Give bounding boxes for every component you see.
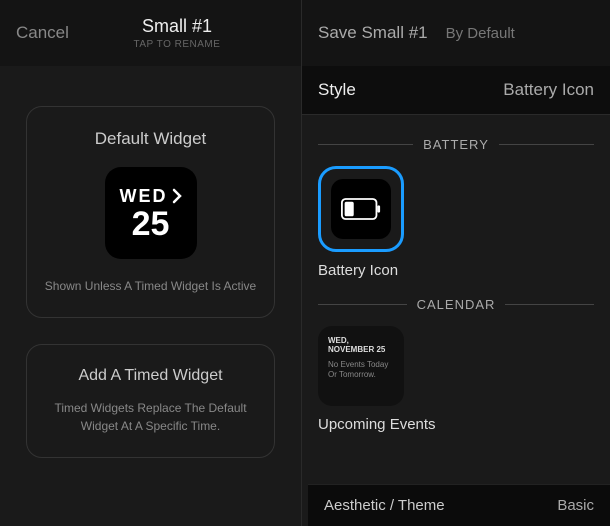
page-title[interactable]: Small #1 <box>69 16 285 37</box>
timed-widget-title: Add A Timed Widget <box>41 367 260 385</box>
style-option-battery-icon[interactable] <box>318 166 404 252</box>
timed-widget-desc: Timed Widgets Replace The Default Widget… <box>41 399 260 435</box>
style-value[interactable]: Battery Icon <box>456 66 610 114</box>
default-widget-title: Default Widget <box>41 129 260 149</box>
default-widget-card[interactable]: Default Widget WED 25 Shown Unless A Tim… <box>26 106 275 318</box>
add-timed-widget-card[interactable]: Add A Timed Widget Timed Widgets Replace… <box>26 344 275 458</box>
section-calendar: CALENDAR <box>318 297 594 312</box>
style-tab-bar: Style Battery Icon <box>302 66 610 115</box>
calendar-note: No Events Today Or Tomorrow. <box>328 360 394 381</box>
tab-basic[interactable]: Basic <box>557 497 594 514</box>
left-header: Cancel Small #1 TAP TO RENAME <box>0 0 301 66</box>
rename-hint: TAP TO RENAME <box>69 39 285 50</box>
save-button[interactable]: Save Small #1 <box>318 23 428 43</box>
tab-aesthetic-theme[interactable]: Aesthetic / Theme <box>324 497 445 514</box>
widget-preview: WED 25 <box>105 167 197 259</box>
cancel-button[interactable]: Cancel <box>16 23 69 43</box>
battery-icon-label: Battery Icon <box>318 262 594 279</box>
section-battery: BATTERY <box>318 137 594 152</box>
default-widget-desc: Shown Unless A Timed Widget Is Active <box>41 277 260 295</box>
style-options-scroll[interactable]: BATTERY Battery Icon CALENDAR <box>302 115 610 526</box>
preview-day: WED <box>120 186 168 207</box>
by-default[interactable]: By Default <box>446 25 515 42</box>
section-battery-label: BATTERY <box>423 137 489 152</box>
section-calendar-label: CALENDAR <box>417 297 496 312</box>
tab-style[interactable]: Style <box>302 66 456 114</box>
battery-icon <box>341 198 381 220</box>
style-option-calendar[interactable]: WED, NOVEMBER 25 No Events Today Or Tomo… <box>318 326 404 406</box>
calendar-label: Upcoming Events <box>318 416 594 434</box>
right-header: Save Small #1 By Default <box>302 0 610 66</box>
bottom-tab-bar: Aesthetic / Theme Basic <box>308 484 610 526</box>
chevron-right-icon <box>172 188 182 204</box>
preview-date: 25 <box>132 207 170 241</box>
calendar-date: WED, NOVEMBER 25 <box>328 336 394 354</box>
